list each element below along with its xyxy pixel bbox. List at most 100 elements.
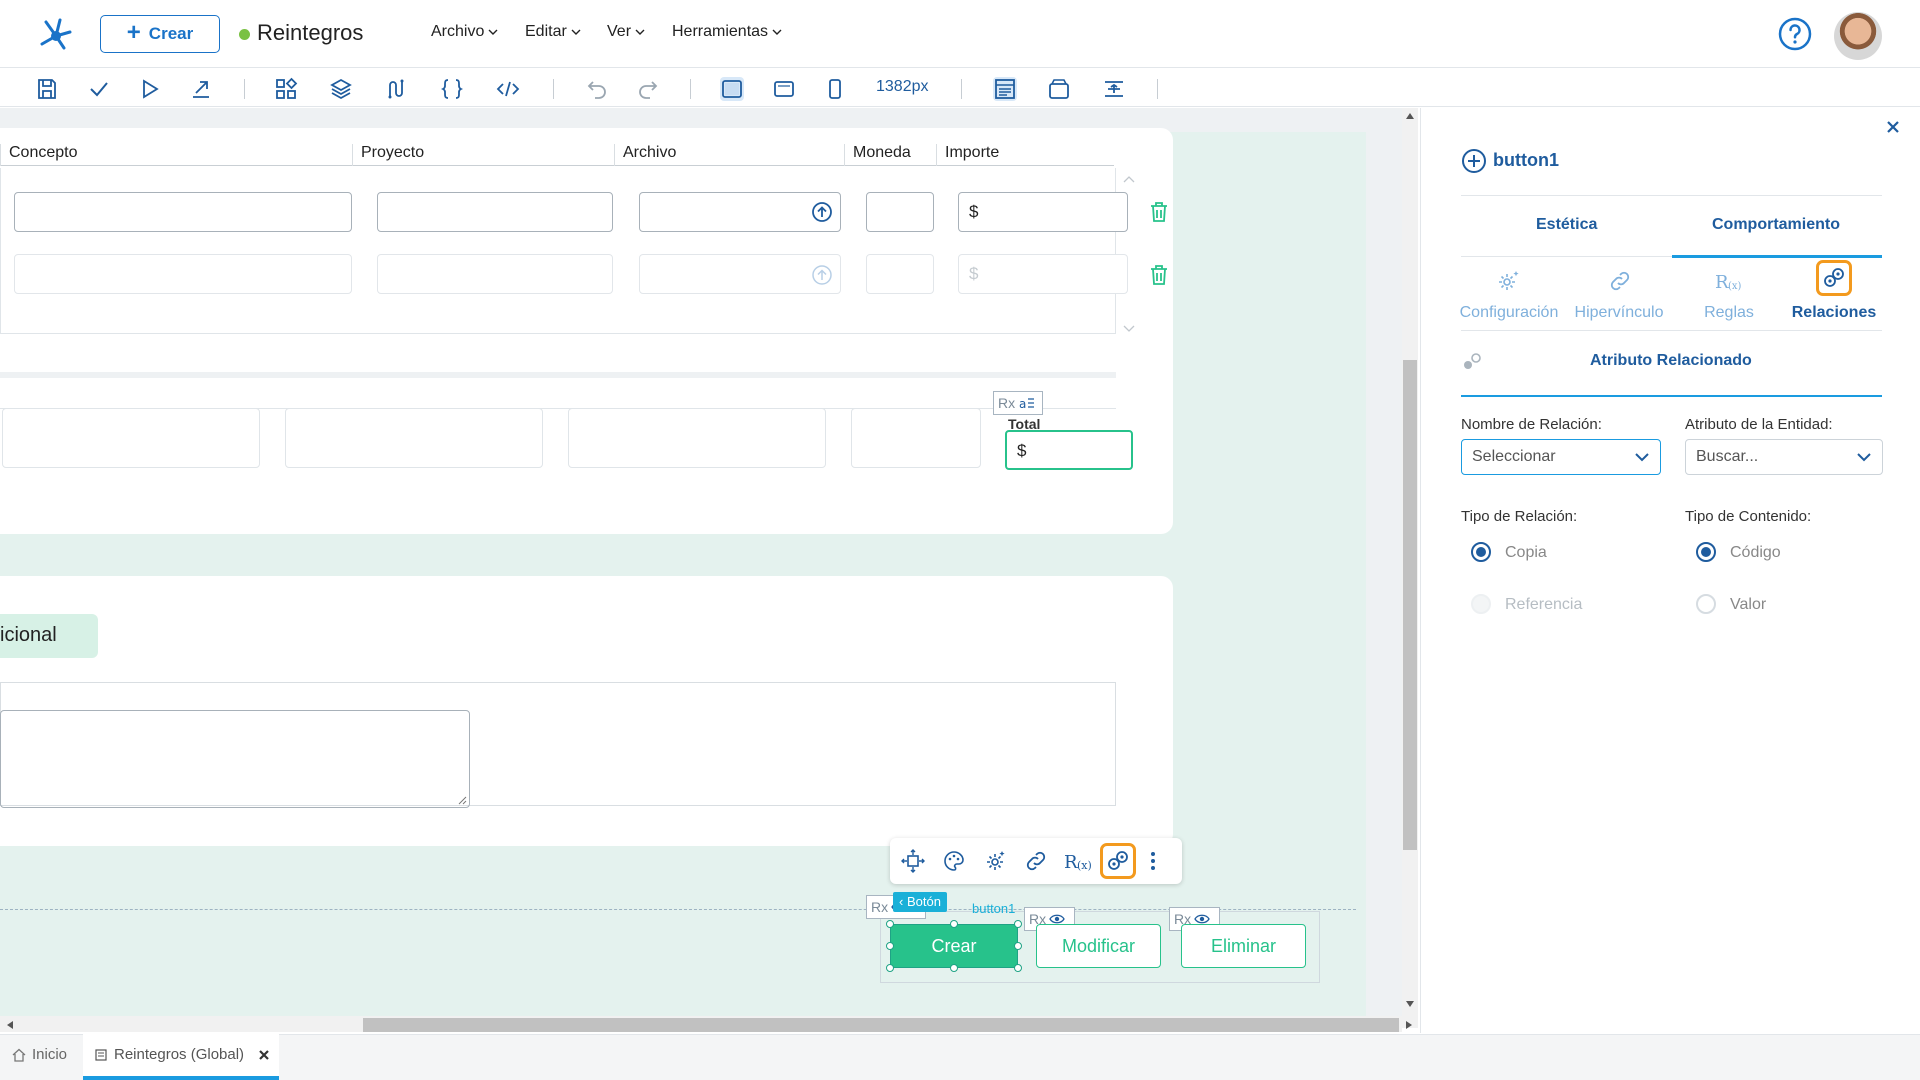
totals-cell[interactable] [285, 408, 543, 468]
totals-cell[interactable] [568, 408, 826, 468]
link-icon[interactable] [1607, 268, 1633, 294]
resize-handle[interactable] [1014, 964, 1022, 972]
resize-handle[interactable] [950, 920, 958, 928]
scroll-down-icon[interactable] [1405, 1000, 1415, 1008]
bottom-tab-bar [0, 1034, 1920, 1080]
menu-editar[interactable]: Editar [525, 23, 581, 41]
help-icon[interactable] [1777, 16, 1813, 52]
desktop-view-icon[interactable] [720, 77, 744, 101]
resize-handle[interactable] [1014, 942, 1022, 950]
export-icon[interactable] [189, 77, 213, 101]
zoom-readout[interactable]: 1382px [876, 78, 929, 96]
resize-handle-icon[interactable] [457, 795, 467, 805]
moneda-input[interactable] [866, 192, 934, 232]
menu-ver[interactable]: Ver [607, 23, 645, 41]
subtab-relaciones[interactable]: Relaciones [1779, 304, 1889, 322]
concepto-input[interactable] [14, 192, 352, 232]
resize-handle[interactable] [886, 942, 894, 950]
more-vertical-icon[interactable] [1145, 849, 1161, 873]
section-title: Atributo Relacionado [1590, 352, 1752, 369]
resize-handle[interactable] [886, 964, 894, 972]
tablet-view-icon[interactable] [772, 77, 796, 101]
notes-textarea[interactable] [0, 710, 470, 808]
move-icon[interactable] [901, 849, 925, 873]
form-icon [95, 1048, 107, 1061]
rules-icon[interactable]: R (x) [1064, 849, 1094, 873]
entity-attribute-select[interactable]: Buscar... [1685, 439, 1883, 475]
scroll-left-icon[interactable] [6, 1020, 14, 1030]
tab-comportamiento[interactable]: Comportamiento [1712, 216, 1840, 234]
braces-icon[interactable] [440, 77, 464, 101]
chevron-up-icon[interactable] [1122, 174, 1136, 184]
palette-icon[interactable] [942, 849, 966, 873]
flow-icon[interactable] [384, 77, 408, 101]
settings-icon[interactable] [983, 849, 1007, 873]
check-icon[interactable] [87, 77, 111, 101]
scroll-up-icon[interactable] [1405, 112, 1415, 120]
resize-handle[interactable] [1014, 920, 1022, 928]
modificar-button[interactable]: Modificar [1036, 924, 1161, 968]
subtab-reglas[interactable]: Reglas [1674, 304, 1784, 322]
chevron-down-icon [1857, 453, 1871, 462]
radio-referencia[interactable] [1471, 594, 1491, 614]
link-icon[interactable] [1024, 849, 1048, 873]
relation-name-select[interactable]: Seleccionar [1461, 439, 1661, 475]
crear-button[interactable]: Crear [890, 924, 1018, 968]
window-icon[interactable] [1047, 77, 1071, 101]
trash-icon[interactable] [1149, 201, 1169, 223]
eliminar-button[interactable]: Eliminar [1181, 924, 1306, 968]
proyecto-input[interactable] [377, 254, 613, 294]
rules-icon[interactable]: R (x) [1715, 268, 1745, 294]
importe-input[interactable]: $ [958, 254, 1128, 294]
design-canvas[interactable]: Concepto Proyecto Archivo Moneda Importe… [0, 108, 1402, 1028]
importe-input[interactable]: $ [958, 192, 1128, 232]
trash-icon[interactable] [1149, 264, 1169, 286]
section-underline [1461, 395, 1882, 397]
tab-estetica[interactable]: Estética [1536, 216, 1597, 234]
upload-icon[interactable] [811, 264, 833, 286]
total-input[interactable]: $ [1005, 430, 1133, 470]
horizontal-scroll-thumb[interactable] [363, 1018, 1399, 1032]
rx-tag[interactable]: Rx a [993, 391, 1043, 415]
upload-icon[interactable] [811, 201, 833, 223]
moneda-input[interactable] [866, 254, 934, 294]
proyecto-input[interactable] [377, 192, 613, 232]
totals-cell[interactable] [2, 408, 260, 468]
subtab-hipervinculo[interactable]: Hipervínculo [1564, 304, 1674, 322]
subtab-configuracion[interactable]: Configuración [1454, 304, 1564, 322]
gear-sparkle-icon[interactable] [1496, 268, 1522, 294]
chevron-down-icon [571, 29, 581, 35]
concepto-input[interactable] [14, 254, 352, 294]
resize-handle[interactable] [886, 920, 894, 928]
resize-handle[interactable] [950, 964, 958, 972]
tab-reintegros[interactable]: Reintegros (Global) [94, 1046, 270, 1063]
code-icon[interactable] [496, 77, 520, 101]
chevron-down-icon [1635, 453, 1649, 462]
save-icon[interactable] [35, 77, 59, 101]
components-icon[interactable] [274, 77, 298, 101]
radio-codigo[interactable] [1696, 542, 1716, 562]
totals-cell[interactable] [851, 408, 981, 468]
mobile-view-icon[interactable] [823, 77, 847, 101]
menu-herramientas[interactable]: Herramientas [672, 23, 782, 41]
layout-icon[interactable] [993, 77, 1017, 101]
app-logo-icon[interactable] [34, 12, 76, 54]
tab-inicio[interactable]: Inicio [12, 1046, 67, 1063]
play-icon[interactable] [138, 77, 162, 101]
undo-icon[interactable] [585, 77, 609, 101]
align-icon[interactable] [1102, 77, 1126, 101]
vertical-scroll-thumb[interactable] [1403, 360, 1417, 850]
close-icon[interactable] [1886, 120, 1900, 134]
relations-button[interactable] [1100, 843, 1136, 879]
menu-archivo[interactable]: Archivo [431, 23, 498, 41]
close-icon[interactable] [258, 1049, 270, 1061]
relations-subtab-button[interactable] [1816, 260, 1852, 296]
radio-copia[interactable] [1471, 542, 1491, 562]
scroll-right-icon[interactable] [1405, 1020, 1413, 1030]
layers-icon[interactable] [329, 77, 353, 101]
create-button[interactable]: + Crear [100, 15, 220, 53]
radio-valor[interactable] [1696, 594, 1716, 614]
chevron-down-icon[interactable] [1122, 324, 1136, 334]
avatar[interactable] [1834, 12, 1882, 60]
redo-icon[interactable] [636, 77, 660, 101]
